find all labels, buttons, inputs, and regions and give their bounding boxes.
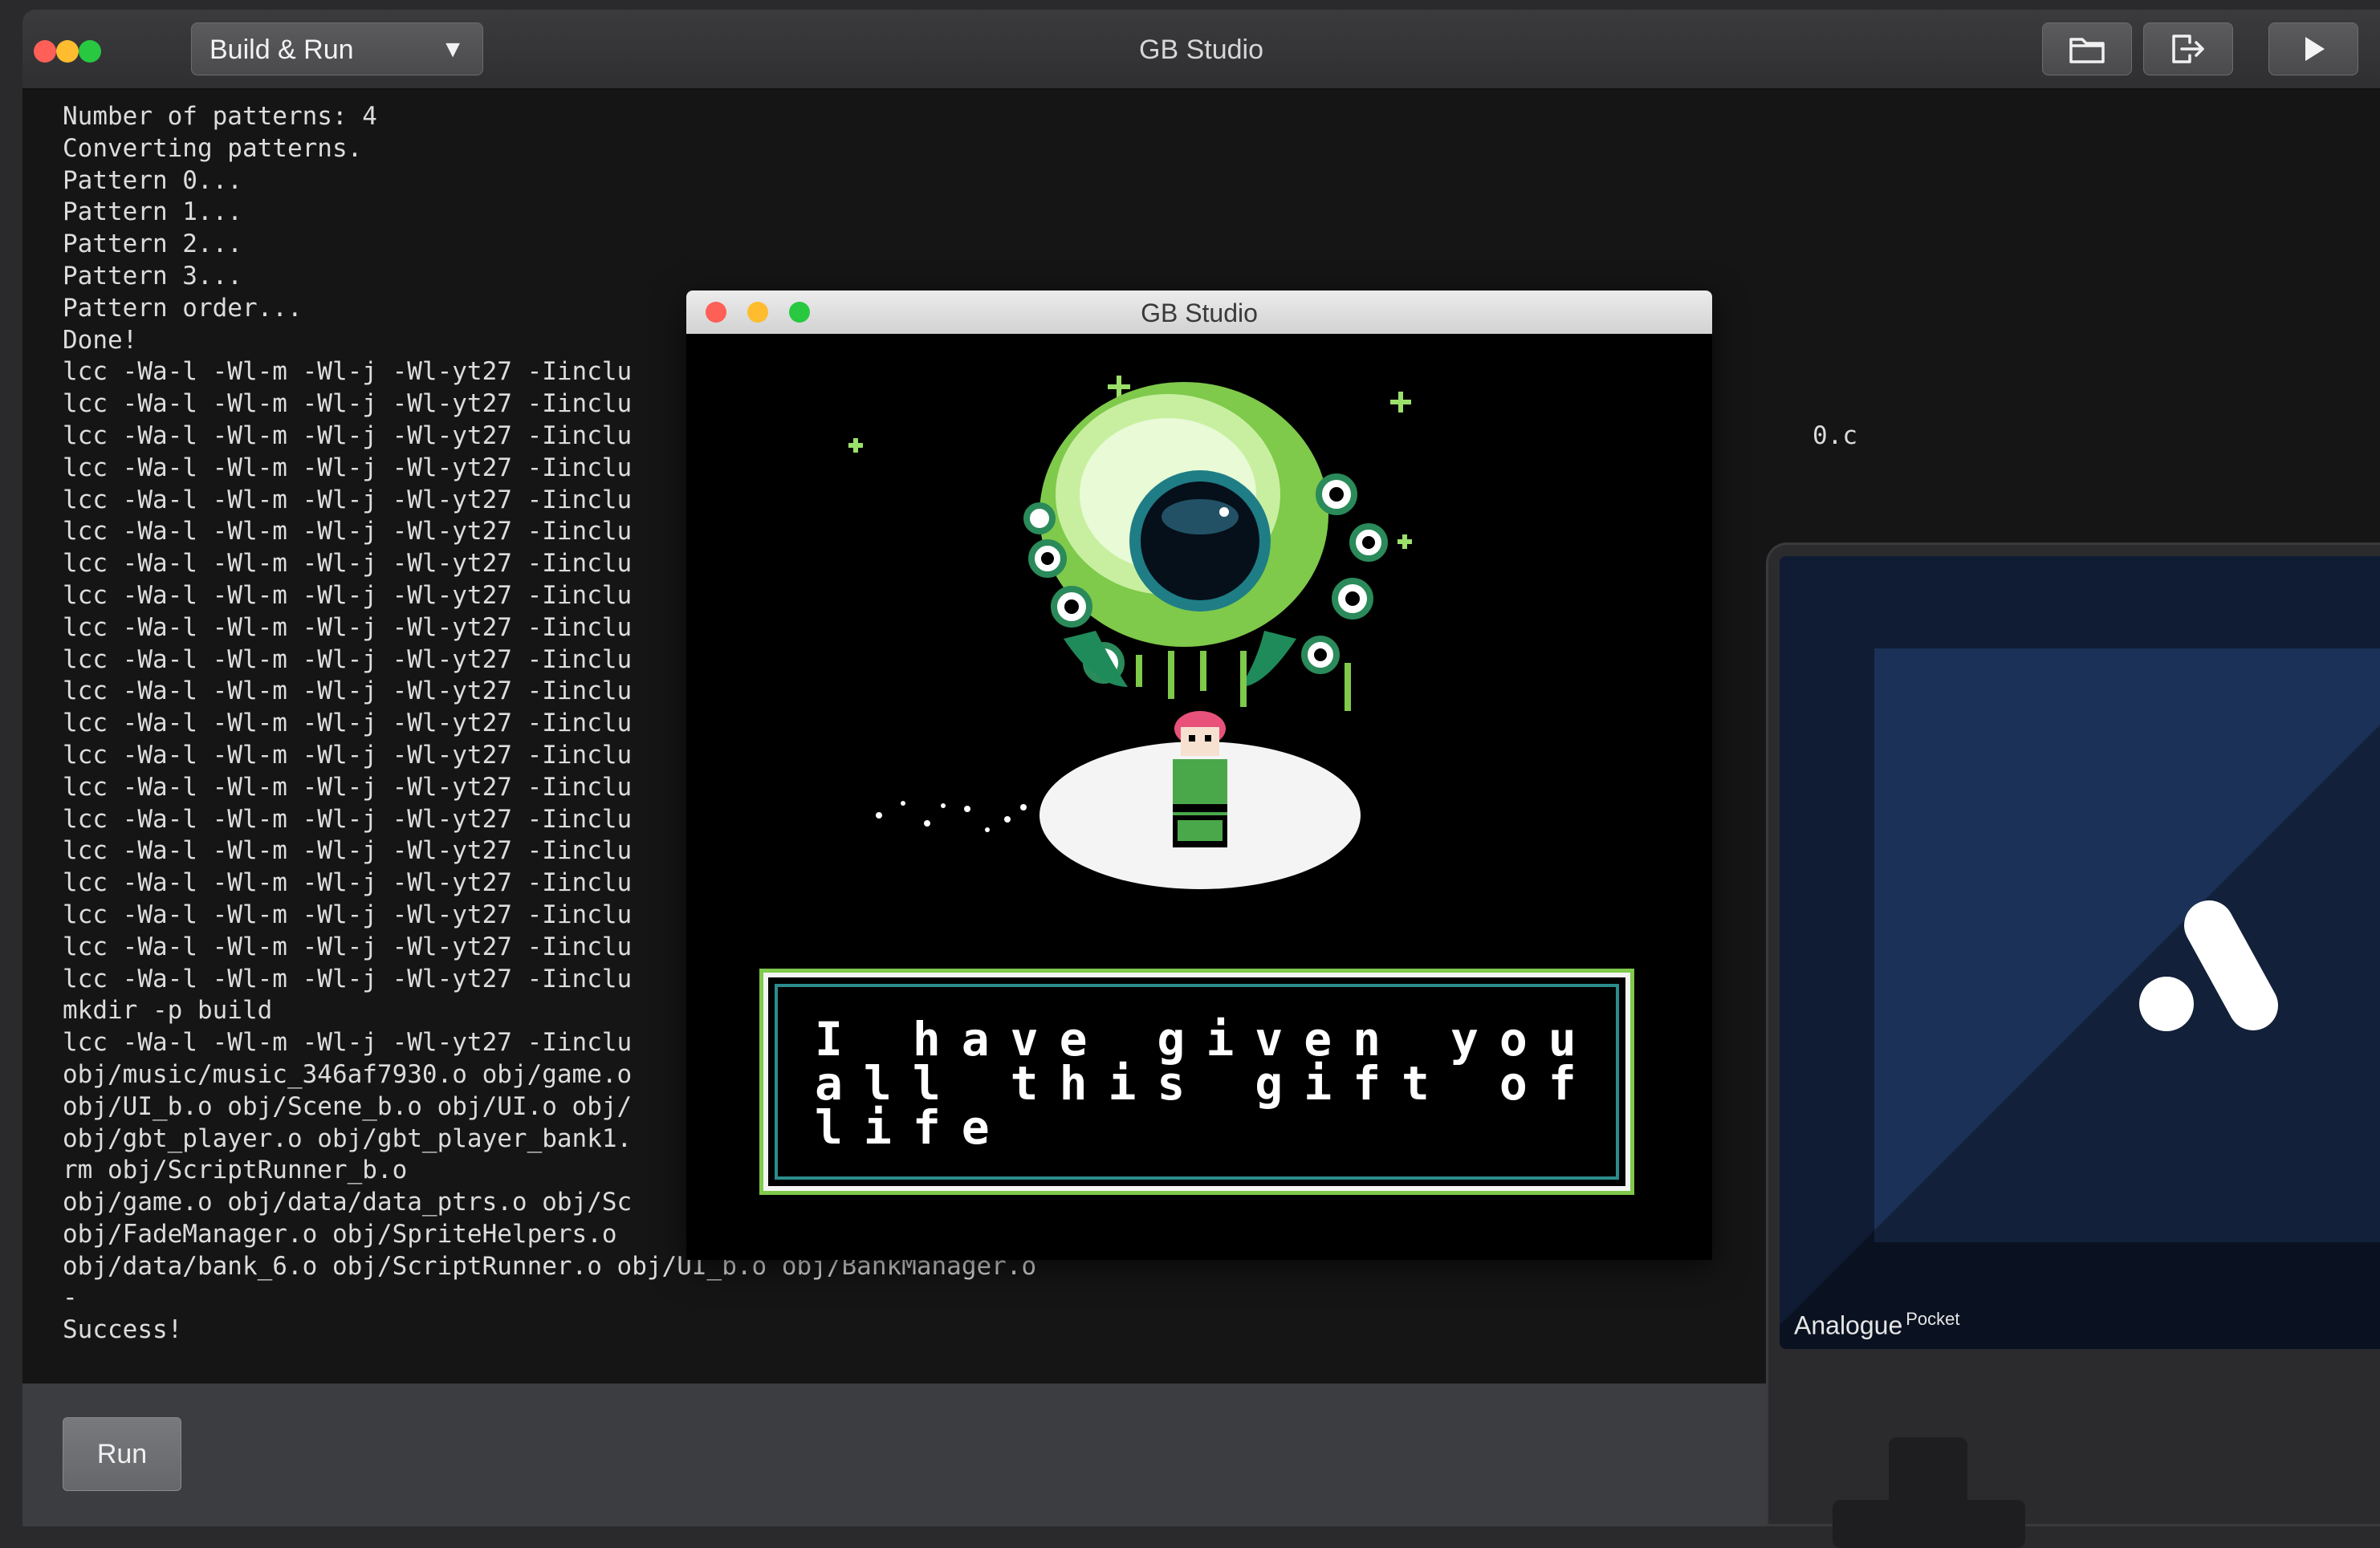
device-brand-label: Analogue Pocket bbox=[1794, 1309, 1960, 1341]
game-close-button[interactable] bbox=[706, 302, 726, 323]
log-line: Pattern 2... bbox=[63, 230, 242, 259]
export-icon bbox=[2172, 35, 2204, 63]
log-line: Number of patterns: 4 bbox=[63, 102, 377, 131]
log-line: Pattern 3... bbox=[63, 261, 242, 291]
log-fragment: 0.c bbox=[1812, 421, 1857, 450]
device-screen: Analogue Pocket bbox=[1780, 556, 2380, 1349]
log-line: Pattern 1... bbox=[63, 197, 242, 227]
run-button[interactable]: Run bbox=[63, 1417, 181, 1491]
export-button[interactable] bbox=[2143, 22, 2233, 75]
log-line: Pattern 0... bbox=[63, 165, 242, 195]
log-line: Converting patterns. bbox=[63, 133, 363, 163]
game-window-title: GB Studio bbox=[1141, 299, 1258, 327]
game-minimize-button[interactable] bbox=[747, 302, 768, 323]
game-window-title-bar: GB Studio bbox=[686, 291, 1712, 335]
game-zoom-button[interactable] bbox=[789, 302, 810, 323]
chevron-down-icon: ▼ bbox=[441, 36, 465, 63]
folder-icon bbox=[2069, 38, 2105, 63]
build-select[interactable]: Build & Run ▼ bbox=[191, 22, 483, 75]
analogue-logo-icon bbox=[2139, 900, 2278, 1031]
game-scene bbox=[686, 334, 1712, 976]
dialog-box: I have given you all this gift of life bbox=[759, 969, 1634, 1195]
run-play-button[interactable] bbox=[2268, 22, 2358, 75]
analogue-pocket-device: Analogue Pocket bbox=[1766, 542, 2380, 1548]
log-line: Success! bbox=[63, 1315, 183, 1345]
log-line: - bbox=[63, 1283, 78, 1313]
dpad-horizontal[interactable] bbox=[1833, 1500, 2025, 1548]
brand-name: Analogue bbox=[1794, 1310, 1903, 1340]
game-window[interactable]: GB Studio I have given you all this gift… bbox=[686, 291, 1712, 1260]
build-select-label: Build & Run bbox=[210, 35, 354, 65]
model-name: Pocket bbox=[1906, 1309, 1960, 1329]
player-sprite bbox=[1173, 711, 1227, 847]
dialog-text: I have given you all this gift of life bbox=[815, 1012, 1597, 1155]
play-icon bbox=[2305, 37, 2325, 61]
title-bar: GB Studio Build & Run ▼ bbox=[22, 10, 2380, 90]
open-folder-button[interactable] bbox=[2042, 22, 2132, 75]
